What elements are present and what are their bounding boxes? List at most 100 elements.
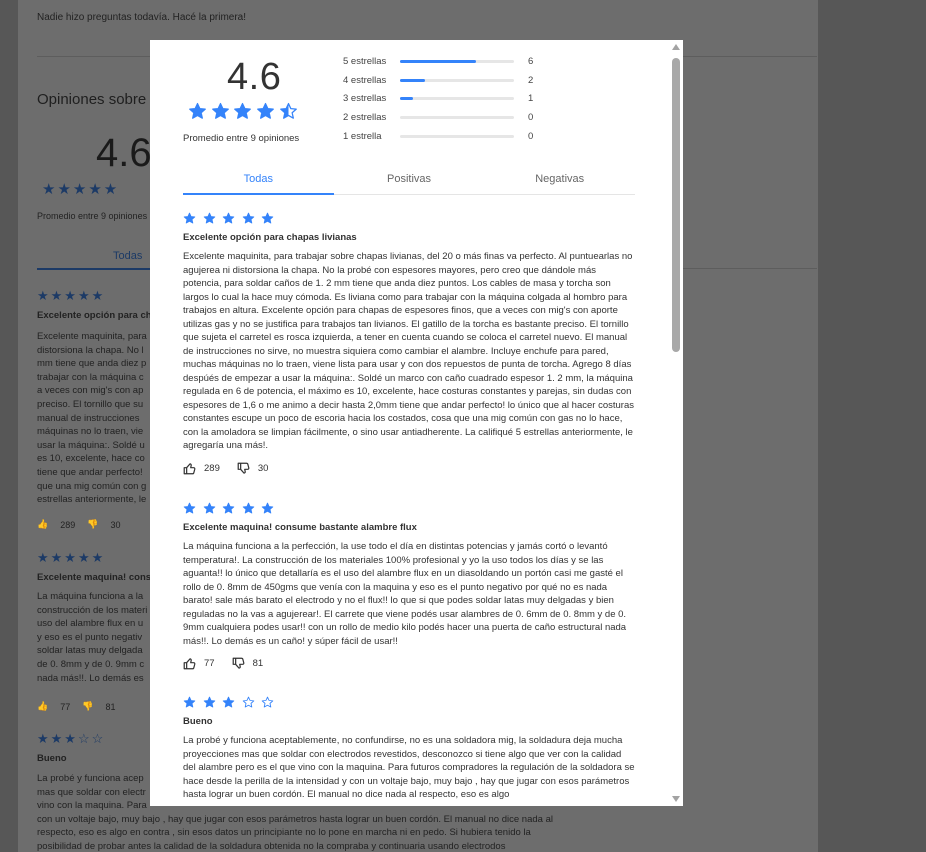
- upvote-count: 77: [60, 701, 71, 712]
- downvote-count: 81: [105, 701, 116, 712]
- background-rating-stars: ★★★★★: [42, 181, 120, 198]
- modal-scrollbar[interactable]: [670, 40, 683, 806]
- average-rating-stars: [188, 102, 301, 121]
- scroll-up-arrow-icon[interactable]: [672, 44, 680, 50]
- histogram-count: 1: [528, 93, 534, 105]
- downvote-button[interactable]: 81: [232, 657, 264, 670]
- histogram-bar-fill: [400, 78, 426, 82]
- star-half-icon: [279, 102, 297, 119]
- review-body: La máquina funciona a la perfección, la …: [183, 541, 627, 647]
- star-full-icon: [242, 212, 255, 224]
- star-full-icon: [257, 102, 274, 119]
- downvote-count: 30: [257, 462, 269, 474]
- review-votes: 77 81: [183, 657, 635, 670]
- review-title: Excelente maquina! consume bastante alam…: [183, 522, 417, 533]
- thumbs-down-icon: 👎: [82, 701, 94, 711]
- histogram-count: 6: [528, 55, 534, 67]
- star-full-icon: [183, 212, 196, 224]
- upvote-button[interactable]: 77: [183, 657, 215, 670]
- star-full-icon: [222, 502, 235, 514]
- downvote-count: 30: [110, 519, 121, 530]
- star-full-icon: [183, 696, 196, 708]
- histogram-bar: [400, 97, 514, 101]
- star-full-icon: [262, 502, 274, 514]
- thumbs-up-icon: 👍: [37, 519, 49, 529]
- upvote-count: 289: [60, 519, 76, 530]
- histogram-row[interactable]: 1 estrella 0: [343, 127, 533, 146]
- histogram-label: 2 estrellas: [343, 111, 387, 123]
- background-review-stars: ★★★☆☆: [37, 731, 106, 746]
- background-review-votes: 👍 77 👎 81: [37, 701, 127, 712]
- thumbs-down-icon: [237, 462, 250, 474]
- downvote-count: 81: [252, 658, 264, 669]
- histogram-count: 0: [528, 130, 534, 142]
- histogram-bar: [400, 115, 514, 119]
- star-full-icon: [211, 102, 229, 119]
- review-stars: [183, 212, 635, 226]
- downvote-button[interactable]: 30: [237, 462, 269, 475]
- thumbs-up-icon: [183, 462, 196, 474]
- scroll-down-arrow-icon[interactable]: [672, 796, 680, 802]
- histogram-bar: [400, 78, 514, 82]
- histogram-label: 5 estrellas: [343, 55, 387, 67]
- reviews-heading: Opiniones sobre: [37, 91, 147, 108]
- thumbs-up-icon: 👍: [37, 701, 49, 711]
- background-text-line: con un voltaje bajo, muy bajo , hay que …: [37, 813, 553, 825]
- review-title: Excelente opción para chapas livianas: [183, 232, 357, 243]
- background-text-line: respecto, eso es algo en contra , sin es…: [37, 827, 531, 839]
- histogram-row[interactable]: 4 estrellas 2: [343, 71, 533, 90]
- star-full-icon: [189, 102, 206, 119]
- background-rating: 4.6: [96, 131, 152, 175]
- histogram-label: 1 estrella: [343, 130, 382, 142]
- star-full-icon: [262, 212, 274, 224]
- histogram-count: 0: [528, 111, 534, 123]
- tab-positive[interactable]: Positivas: [334, 166, 485, 194]
- tab-all[interactable]: Todas: [183, 166, 334, 195]
- rating-histogram: 5 estrellas 6 4 estrellas 2 3 estrellas 1 2 es…: [343, 52, 533, 145]
- review-item: Excelente maquina! consume bastante alam…: [183, 502, 635, 670]
- histogram-label: 4 estrellas: [343, 74, 387, 86]
- histogram-bar: [400, 59, 514, 63]
- star-empty-icon: [262, 696, 274, 708]
- background-tab-all: Todas: [113, 250, 143, 262]
- background-avg-text: Promedio entre 9 opiniones: [37, 211, 148, 221]
- background-left-gutter: [0, 0, 18, 852]
- reviews-modal: 4.6 Promedio entre 9 opiniones 5 estrell…: [150, 40, 683, 806]
- questions-empty-text: Nadie hizo preguntas todavía. Hacé la pr…: [37, 12, 247, 23]
- average-rating: 4.6: [227, 56, 282, 98]
- histogram-bar-fill: [400, 97, 413, 101]
- upvote-button[interactable]: 289: [183, 462, 220, 475]
- star-empty-icon: [242, 696, 255, 708]
- star-full-icon: [234, 102, 252, 119]
- thumbs-down-icon: 👎: [87, 519, 99, 529]
- average-rating-caption: Promedio entre 9 opiniones: [183, 133, 300, 144]
- review-title: Bueno: [183, 716, 213, 727]
- upvote-count: 77: [204, 658, 215, 669]
- background-review-stars: ★★★★★: [37, 550, 106, 565]
- star-full-icon: [242, 502, 255, 514]
- review-filter-tabs: Todas Positivas Negativas: [183, 166, 635, 195]
- scrollbar-thumb[interactable]: [672, 58, 680, 352]
- histogram-row[interactable]: 5 estrellas 6: [343, 52, 533, 71]
- thumbs-up-icon: [183, 658, 196, 670]
- review-item: Excelente opción para chapas livianas Ex…: [183, 212, 635, 475]
- histogram-label: 3 estrellas: [343, 93, 387, 105]
- upvote-count: 289: [204, 462, 220, 474]
- star-full-icon: [203, 696, 215, 708]
- review-item: Bueno La probé y funciona aceptablemente…: [183, 696, 635, 802]
- star-full-icon: [222, 696, 235, 708]
- histogram-bar-fill: [400, 59, 477, 63]
- star-full-icon: [203, 212, 215, 224]
- thumbs-down-icon: [232, 657, 244, 669]
- review-stars: [183, 502, 635, 516]
- review-votes: 289 30: [183, 462, 635, 475]
- background-right-gutter: [818, 0, 926, 852]
- review-body: La probé y funciona aceptablemente, no c…: [183, 735, 635, 800]
- modal-scroll-area[interactable]: 4.6 Promedio entre 9 opiniones 5 estrell…: [150, 40, 670, 806]
- star-full-icon: [222, 212, 235, 224]
- histogram-row[interactable]: 3 estrellas 1: [343, 89, 533, 108]
- histogram-row[interactable]: 2 estrellas 0: [343, 108, 533, 127]
- star-full-icon: [203, 502, 215, 514]
- star-full-icon: [183, 502, 196, 514]
- tab-negative[interactable]: Negativas: [484, 166, 635, 194]
